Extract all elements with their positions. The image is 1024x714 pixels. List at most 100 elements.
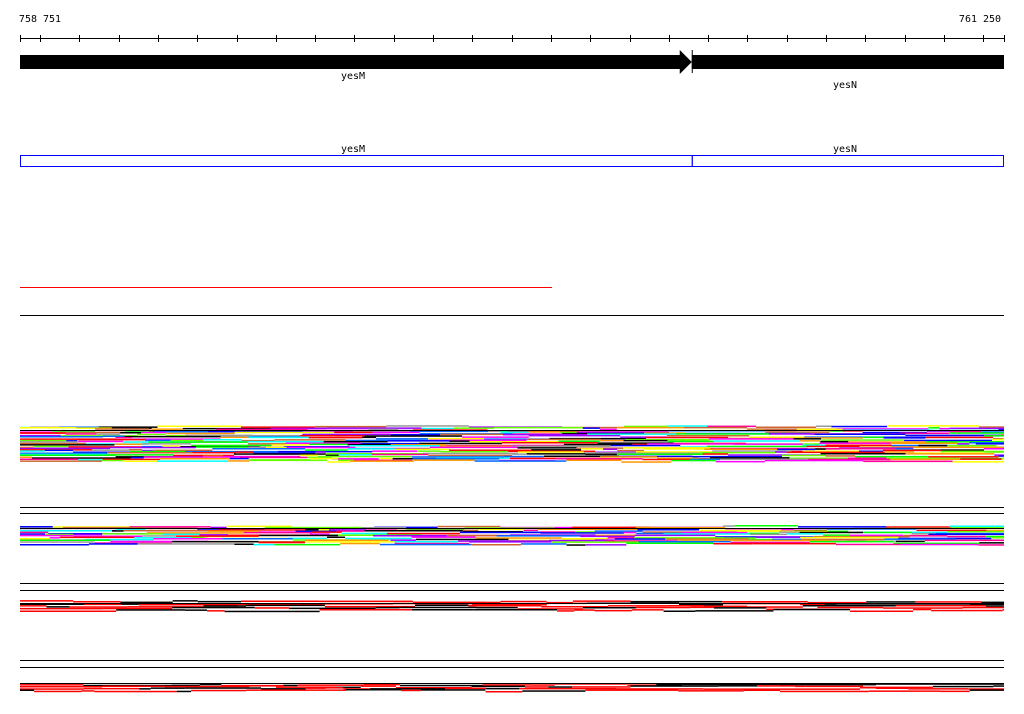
alignment-stripe <box>638 540 731 543</box>
alignment-stripe <box>706 445 807 448</box>
alignment-stripe <box>666 435 750 437</box>
alignment-stripe <box>338 454 372 456</box>
alignment-stripe <box>73 601 121 603</box>
alignment-stripe <box>526 438 601 441</box>
alignment-stripe <box>88 543 138 545</box>
alignment-stripe <box>1002 609 1005 611</box>
alignment-stripe <box>252 434 303 437</box>
alignment-stripe <box>614 538 666 540</box>
alignment-stripe <box>164 685 250 688</box>
alignment-stripe <box>587 433 677 435</box>
alignment-stripe <box>531 449 582 451</box>
alignment-stripe <box>159 457 230 460</box>
alignment-stripe <box>162 445 181 447</box>
alignment-stripe <box>548 686 573 688</box>
alignment-stripe <box>617 449 644 452</box>
alignment-stripe <box>120 432 142 434</box>
alignment-stripe <box>191 444 272 447</box>
alignment-stripe <box>203 439 242 441</box>
alignment-stripe <box>375 606 400 609</box>
alignment-stripe <box>512 453 527 455</box>
alignment-stripe <box>855 455 929 458</box>
alignment-stripe <box>949 430 981 433</box>
alignment-stripe <box>868 690 940 692</box>
alignment-stripe <box>137 543 235 545</box>
alignment-stripe <box>799 440 821 442</box>
alignment-stripe <box>96 433 121 435</box>
alignment-stripe <box>757 685 795 687</box>
alignment-stripe <box>526 453 586 455</box>
alignment-stripe <box>338 534 374 536</box>
alignment-stripe <box>228 460 250 462</box>
alignment-stripe <box>386 532 460 535</box>
alignment-stripe <box>116 609 186 611</box>
alignment-stripe <box>459 531 541 534</box>
alignment-stripe <box>20 610 117 612</box>
alignment-stripe <box>309 443 348 446</box>
alignment-stripe <box>210 526 227 529</box>
alignment-stripe <box>20 427 77 429</box>
alignment-stripe <box>913 446 1004 449</box>
alignment-stripe <box>585 689 679 691</box>
alignment-stripe <box>500 431 529 433</box>
alignment-stripe <box>246 689 346 691</box>
alignment-stripe <box>341 532 387 535</box>
alignment-stripe <box>517 447 577 449</box>
alignment-stripe <box>984 435 1005 437</box>
alignment-stripe <box>979 542 1004 544</box>
alignment-stripe <box>623 531 637 534</box>
alignment-stripe <box>520 543 567 545</box>
alignment-stripe <box>185 609 207 611</box>
alignment-stripe <box>582 427 600 429</box>
alignment-stripe <box>667 440 714 443</box>
alignment-stripe <box>471 685 525 688</box>
alignment-stripe <box>486 687 520 690</box>
alignment-stripe <box>947 530 1004 533</box>
alignment-stripe <box>368 428 399 431</box>
alignment-stripe <box>540 532 624 534</box>
alignment-stripe <box>388 541 458 543</box>
alignment-stripe <box>621 461 672 463</box>
alignment-stripe <box>387 440 450 442</box>
alignment-stripe <box>241 600 319 602</box>
alignment-stripe <box>20 686 103 688</box>
alignment-stripe <box>981 601 1005 604</box>
alignment-stripe <box>172 540 259 543</box>
alignment-stripe <box>20 541 95 543</box>
alignment-stripe <box>718 685 758 687</box>
alignment-stripe <box>781 454 826 457</box>
alignment-stripe <box>949 525 1004 527</box>
alignment-stripe <box>645 436 729 439</box>
alignment-stripe <box>985 605 1004 607</box>
alignment-stripe <box>678 690 744 692</box>
alignment-stripe <box>984 451 1005 453</box>
alignment-stripe <box>327 536 346 538</box>
alignment-stripe <box>297 684 364 686</box>
alignment-stripe <box>372 450 418 452</box>
alignment-stripe <box>549 539 605 542</box>
alignment-stripe <box>677 539 734 541</box>
alignment-stripe <box>437 448 450 451</box>
alignment-stripe <box>197 600 242 603</box>
alignment-stripe <box>449 440 470 442</box>
gene-bar-yesN <box>691 55 1004 69</box>
alignment-stripe <box>162 533 200 535</box>
alignment-stripe <box>699 451 776 454</box>
alignment-stripe <box>418 442 502 445</box>
alignment-stripe <box>681 531 748 534</box>
alignment-stripe <box>363 683 400 686</box>
alignment-stripe <box>710 457 790 459</box>
alignment-stripe <box>350 460 414 462</box>
alignment-stripe <box>114 443 143 445</box>
alignment-stripe <box>287 537 328 540</box>
alignment-stripe <box>702 453 728 455</box>
alignment-stripe <box>476 606 518 609</box>
alignment-stripe <box>866 601 916 603</box>
alignment-stripe <box>258 541 305 544</box>
alignment-stripe <box>454 427 494 429</box>
alignment-stripe <box>594 530 643 532</box>
alignment-stripe <box>721 601 808 603</box>
alignment-stripe <box>820 453 906 455</box>
alignment-stripe <box>905 453 995 455</box>
alignment-stripe <box>421 427 455 430</box>
